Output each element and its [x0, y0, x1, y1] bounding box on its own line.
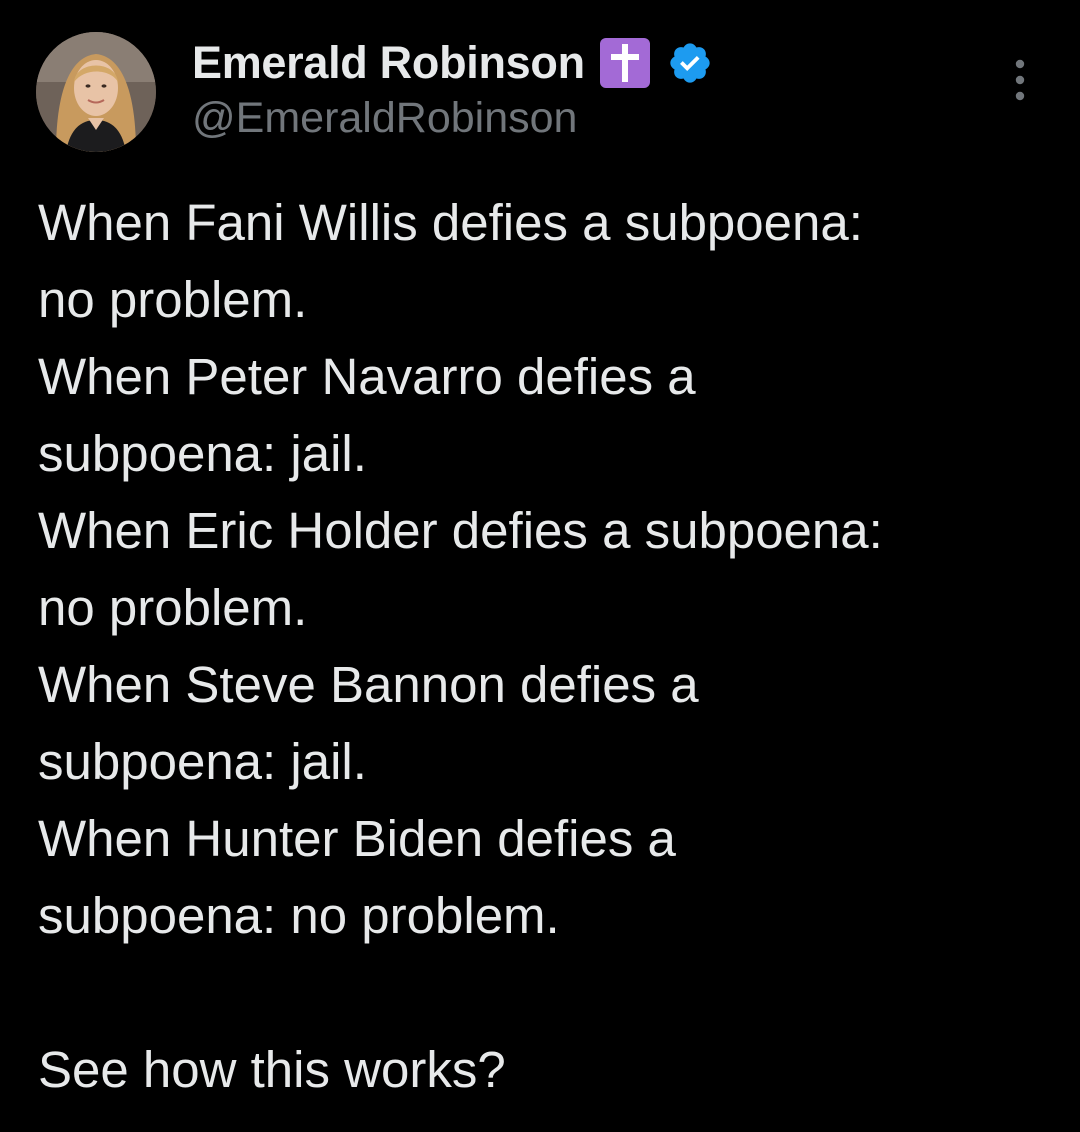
author-display-name[interactable]: Emerald Robinson: [192, 37, 585, 89]
tweet: Emerald Robinson @EmeraldRobinson When F…: [0, 0, 1080, 1132]
tweet-text: When Fani Willis defies a subpoena: no p…: [38, 194, 883, 1098]
avatar[interactable]: [36, 32, 156, 152]
avatar-photo: [36, 32, 156, 152]
author-name-row[interactable]: Emerald Robinson: [192, 36, 713, 90]
latin-cross-emoji-icon: [599, 37, 651, 89]
more-vertical-icon[interactable]: [1004, 56, 1036, 104]
author-handle[interactable]: @EmeraldRobinson: [192, 94, 577, 143]
verified-badge-icon[interactable]: [667, 40, 713, 86]
